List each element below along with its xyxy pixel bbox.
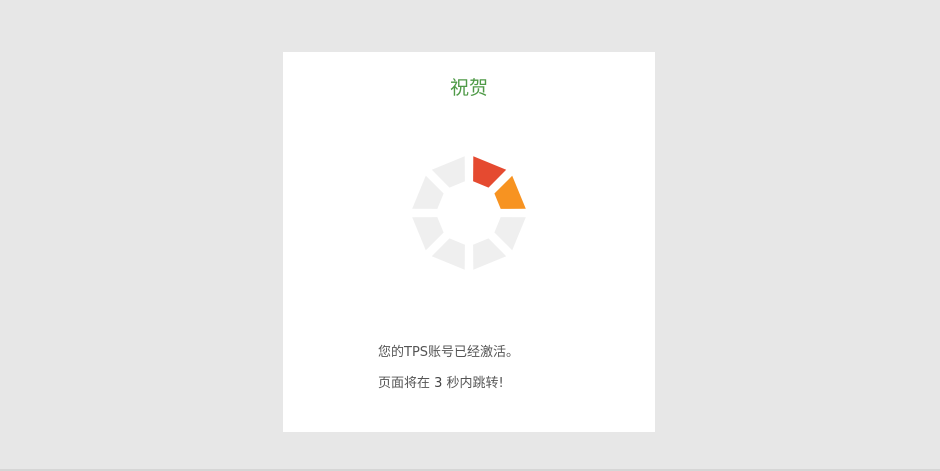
spinner-segment xyxy=(431,156,465,188)
redirect-message: 页面将在 3 秒内跳转! xyxy=(378,375,504,393)
spinner-segment xyxy=(412,175,444,209)
spinner-segment xyxy=(494,175,526,209)
redirect-suffix: 秒内跳转! xyxy=(442,376,504,391)
redirect-prefix: 页面将在 xyxy=(378,376,435,391)
loading-spinner-icon xyxy=(412,156,526,270)
success-card: 祝贺 您的TPS账号已经激活。 页面将在 3 秒内跳转! xyxy=(283,52,655,432)
spinner-segment xyxy=(473,238,507,270)
activation-message: 您的TPS账号已经激活。 xyxy=(378,345,520,360)
spinner-segment xyxy=(412,217,444,251)
card-title: 祝贺 xyxy=(449,77,488,99)
spinner-segment xyxy=(431,238,465,270)
spinner-segment xyxy=(494,217,526,251)
spinner-segment xyxy=(473,156,507,188)
spinner-graphic xyxy=(412,156,526,270)
